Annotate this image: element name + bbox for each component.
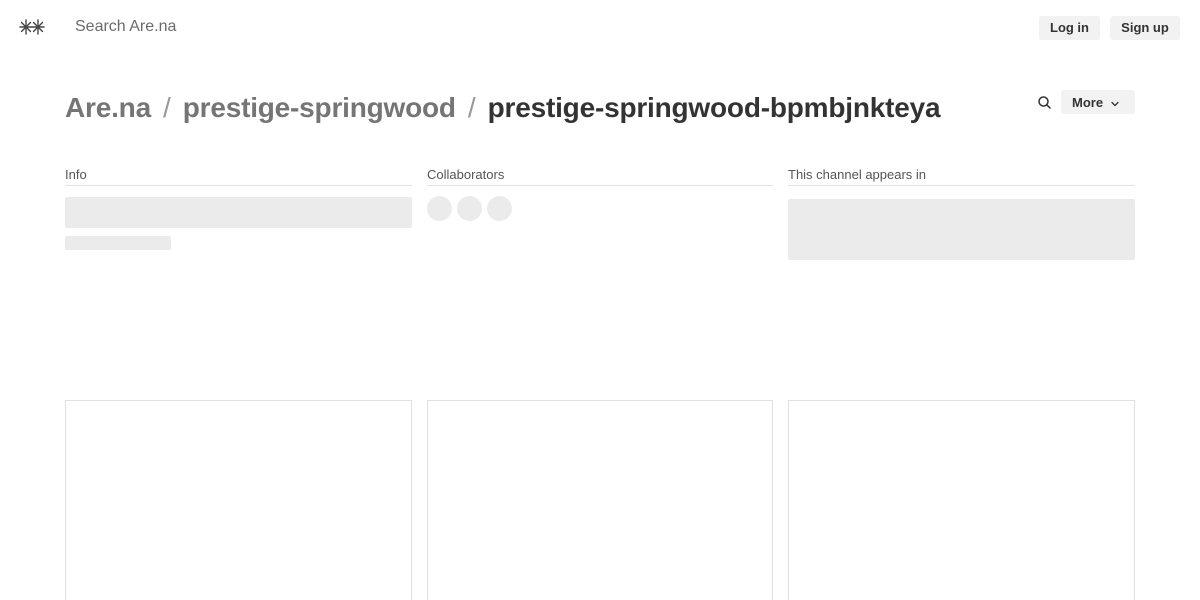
appears-in-section: This channel appears in — [788, 167, 1135, 186]
search-input[interactable] — [65, 12, 465, 42]
avatar[interactable] — [427, 196, 452, 221]
more-button[interactable]: More — [1061, 90, 1135, 114]
search-icon[interactable] — [1036, 94, 1054, 112]
info-placeholder — [65, 236, 171, 250]
breadcrumb-separator: / — [162, 92, 171, 123]
page-title: prestige-springwood-bpmbjnkteya — [487, 92, 941, 123]
block-card[interactable] — [788, 400, 1135, 600]
collaborators-section: Collaborators — [427, 167, 773, 186]
info-section: Info — [65, 167, 412, 186]
avatar[interactable] — [487, 196, 512, 221]
avatar[interactable] — [457, 196, 482, 221]
breadcrumb: Are.na / prestige-springwood / prestige-… — [65, 88, 941, 128]
appears-in-placeholder — [788, 199, 1135, 260]
info-placeholder — [65, 197, 412, 228]
signup-button[interactable]: Sign up — [1110, 16, 1180, 40]
collaborators-label: Collaborators — [427, 167, 773, 186]
appears-in-label: This channel appears in — [788, 167, 1135, 186]
info-label: Info — [65, 167, 412, 186]
arena-logo-icon[interactable] — [18, 16, 48, 38]
login-button[interactable]: Log in — [1039, 16, 1100, 40]
top-bar: Log in Sign up — [0, 0, 1200, 55]
more-button-label: More — [1072, 94, 1104, 110]
breadcrumb-home-link[interactable]: Are.na — [65, 92, 151, 124]
block-card[interactable] — [65, 400, 412, 600]
block-card[interactable] — [427, 400, 773, 600]
breadcrumb-user-link[interactable]: prestige-springwood — [183, 92, 456, 124]
breadcrumb-separator: / — [467, 92, 476, 123]
chevron-down-icon — [1110, 97, 1120, 107]
